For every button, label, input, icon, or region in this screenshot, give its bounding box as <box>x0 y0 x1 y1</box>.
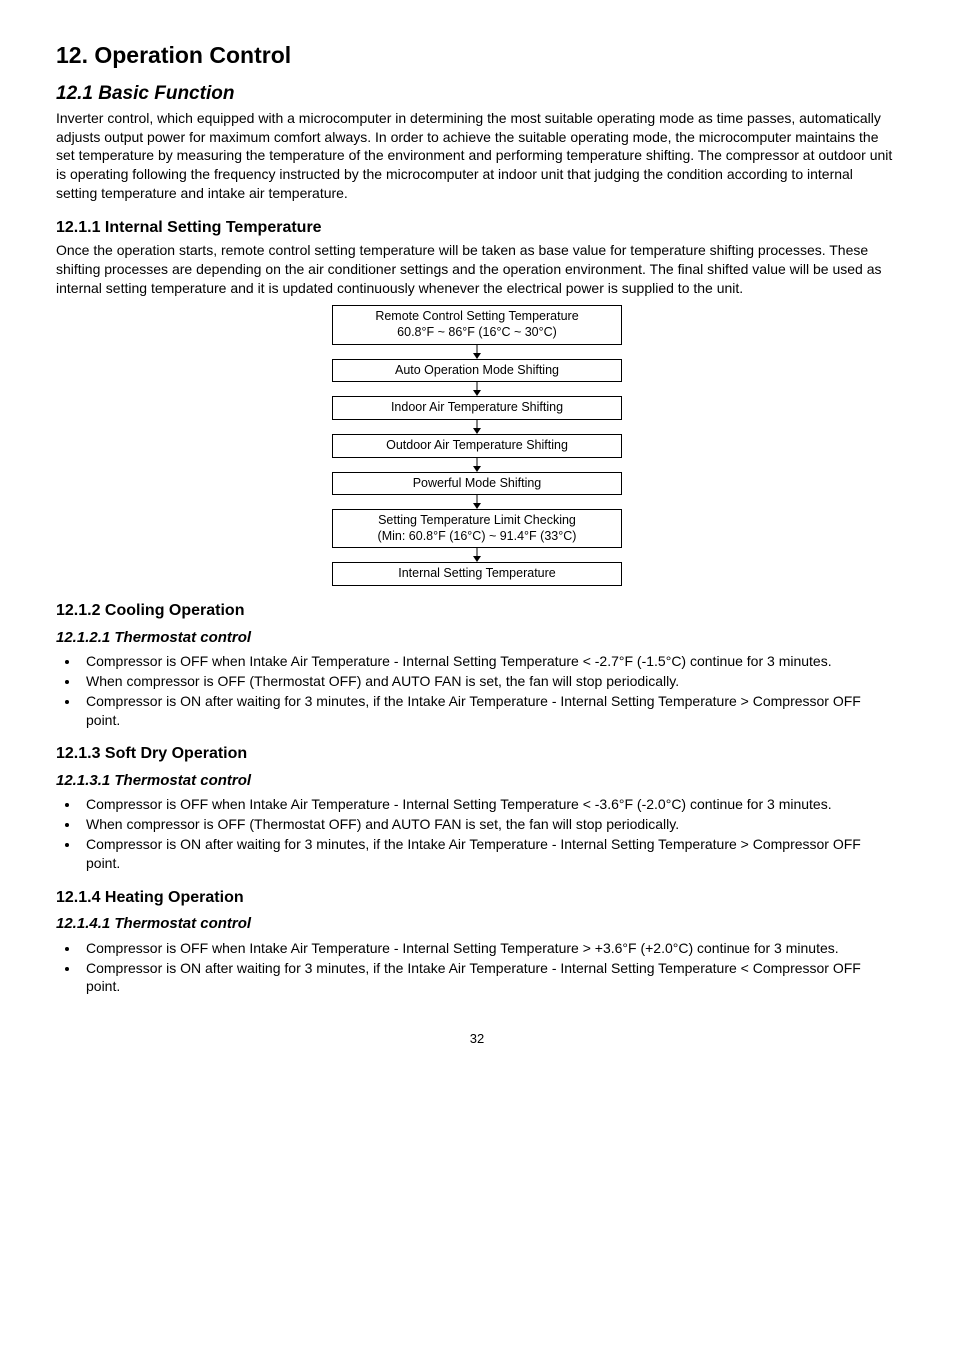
flow-arrow-icon <box>332 458 622 472</box>
heading-4-softdry-thermostat: 12.1.3.1 Thermostat control <box>56 771 898 791</box>
flow-box-remote-setting: Remote Control Setting Temperature 60.8°… <box>332 305 622 344</box>
flow-text: Setting Temperature Limit Checking <box>378 513 576 527</box>
heading-4-cooling-thermostat: 12.1.2.1 Thermostat control <box>56 628 898 648</box>
cooling-bullets: Compressor is OFF when Intake Air Temper… <box>56 652 898 730</box>
list-item: When compressor is OFF (Thermostat OFF) … <box>80 815 898 834</box>
paragraph-intro: Inverter control, which equipped with a … <box>56 109 898 203</box>
heading-4-heating-thermostat: 12.1.4.1 Thermostat control <box>56 914 898 934</box>
heating-bullets: Compressor is OFF when Intake Air Temper… <box>56 939 898 997</box>
flow-text: Remote Control Setting Temperature <box>375 309 578 323</box>
heading-1: 12. Operation Control <box>56 40 898 71</box>
list-item: Compressor is ON after waiting for 3 min… <box>80 692 898 730</box>
flow-box-auto-mode: Auto Operation Mode Shifting <box>332 359 622 383</box>
list-item: Compressor is OFF when Intake Air Temper… <box>80 652 898 671</box>
flow-box-powerful-mode: Powerful Mode Shifting <box>332 472 622 496</box>
list-item: Compressor is ON after waiting for 3 min… <box>80 959 898 997</box>
heading-2-basic-function: 12.1 Basic Function <box>56 81 898 107</box>
flow-arrow-icon <box>332 420 622 434</box>
paragraph-internal-setting: Once the operation starts, remote contro… <box>56 241 898 298</box>
flowchart: Remote Control Setting Temperature 60.8°… <box>332 305 622 586</box>
page-number: 32 <box>56 1030 898 1048</box>
flow-box-outdoor-temp: Outdoor Air Temperature Shifting <box>332 434 622 458</box>
flow-box-internal-temp: Internal Setting Temperature <box>332 562 622 586</box>
heading-3-cooling: 12.1.2 Cooling Operation <box>56 600 898 622</box>
flow-text: (Min: 60.8°F (16°C) ~ 91.4°F (33°C) <box>378 529 577 543</box>
heading-3-heating: 12.1.4 Heating Operation <box>56 887 898 909</box>
flow-box-indoor-temp: Indoor Air Temperature Shifting <box>332 396 622 420</box>
flow-arrow-icon <box>332 382 622 396</box>
heading-3-internal-setting: 12.1.1 Internal Setting Temperature <box>56 217 898 239</box>
flow-arrow-icon <box>332 548 622 562</box>
flow-arrow-icon <box>332 495 622 509</box>
flow-text: 60.8°F ~ 86°F (16°C ~ 30°C) <box>397 325 557 339</box>
flow-box-limit-check: Setting Temperature Limit Checking (Min:… <box>332 509 622 548</box>
list-item: Compressor is OFF when Intake Air Temper… <box>80 939 898 958</box>
heading-3-softdry: 12.1.3 Soft Dry Operation <box>56 743 898 765</box>
softdry-bullets: Compressor is OFF when Intake Air Temper… <box>56 795 898 873</box>
list-item: Compressor is ON after waiting for 3 min… <box>80 835 898 873</box>
list-item: When compressor is OFF (Thermostat OFF) … <box>80 672 898 691</box>
flow-arrow-icon <box>332 345 622 359</box>
list-item: Compressor is OFF when Intake Air Temper… <box>80 795 898 814</box>
